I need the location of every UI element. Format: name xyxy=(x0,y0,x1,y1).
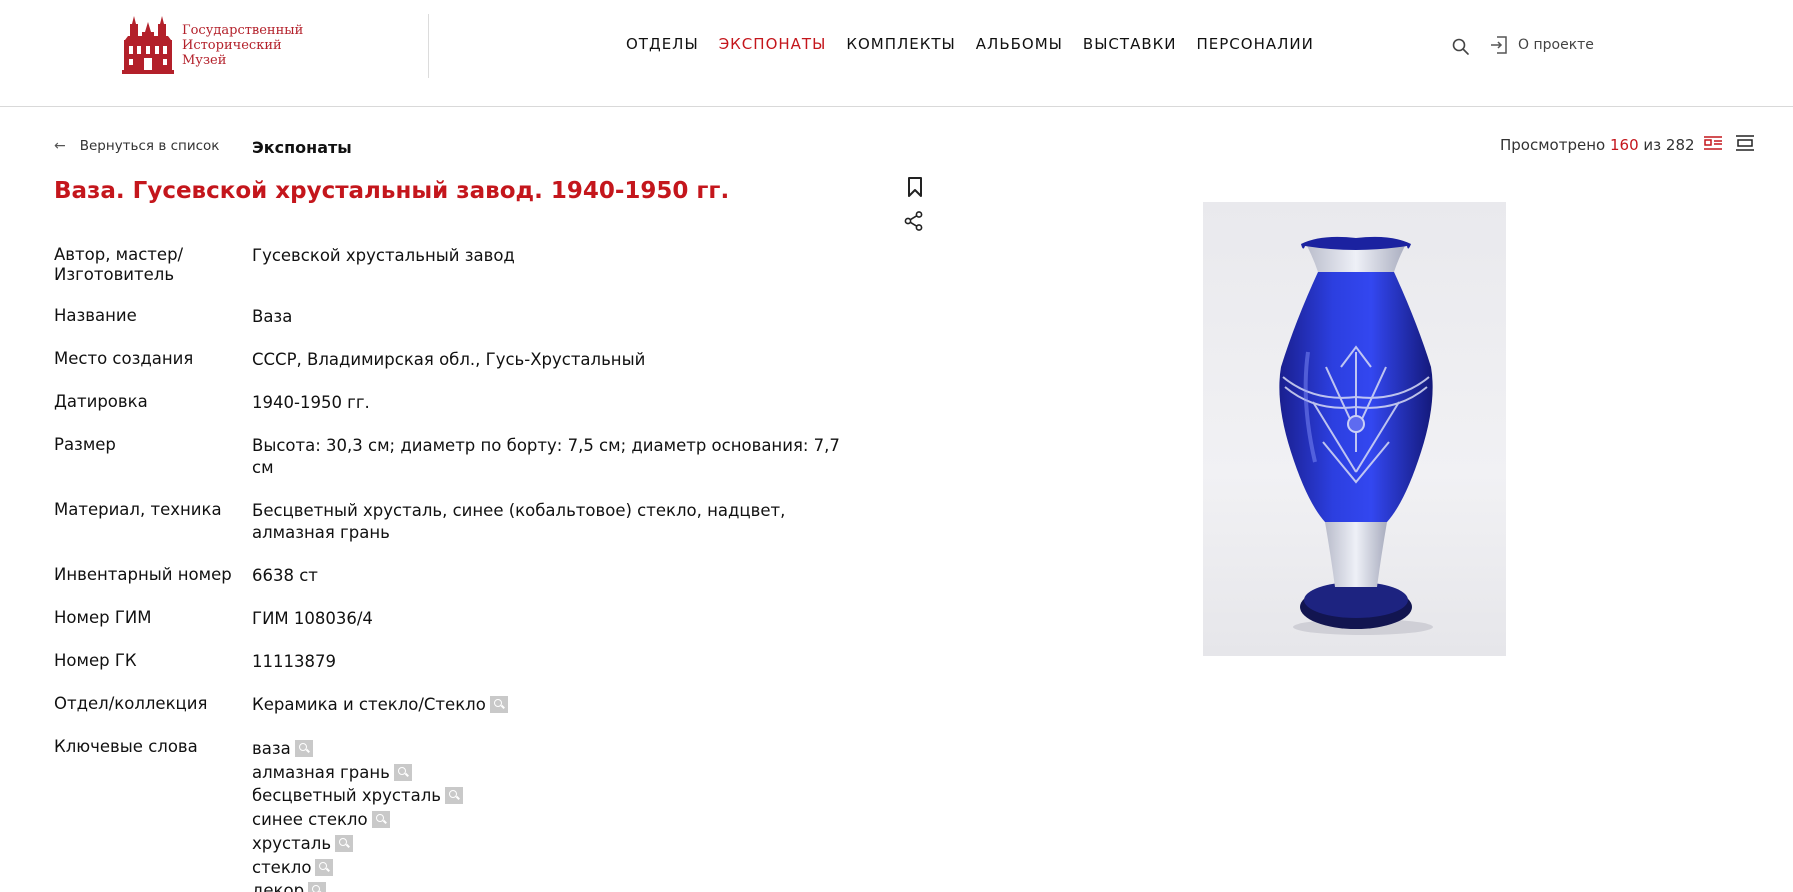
field-row-size: Размер Высота: 30,3 см; диаметр по борту… xyxy=(54,435,854,479)
field-label: Номер ГИМ xyxy=(54,608,152,627)
main-nav: ОТДЕЛЫ ЭКСПОНАТЫ КОМПЛЕКТЫ АЛЬБОМЫ ВЫСТА… xyxy=(626,35,1334,53)
search-tag-icon[interactable] xyxy=(371,811,390,829)
vase-image xyxy=(1279,236,1433,635)
search-tag-icon[interactable] xyxy=(444,787,463,805)
museum-building-icon xyxy=(122,16,174,74)
nav-vystavki[interactable]: ВЫСТАВКИ xyxy=(1083,35,1177,53)
field-value: Высота: 30,3 см; диаметр по борту: 7,5 с… xyxy=(252,436,840,477)
viewed-sep: из xyxy=(1643,136,1662,154)
field-label: Инвентарный номер xyxy=(54,565,232,584)
keyword-item: ваза xyxy=(252,737,852,761)
logo-line-3: Музей xyxy=(182,52,227,68)
museum-logo[interactable]: Государственный Исторический Музей xyxy=(120,14,303,76)
field-row-inventory: Инвентарный номер 6638 ст xyxy=(54,565,854,587)
header-divider xyxy=(428,14,429,78)
section-title: Экспонаты xyxy=(252,138,352,157)
field-row-material: Материал, техника Бесцветный хрусталь, с… xyxy=(54,500,854,544)
list-view-icon[interactable] xyxy=(1735,134,1755,152)
field-value: Гусевской хрустальный завод xyxy=(252,246,515,265)
search-tag-icon[interactable] xyxy=(489,696,508,713)
keyword-list: ваза алмазная грань бесцветный хрусталь … xyxy=(252,737,852,892)
keyword-link[interactable]: стекло xyxy=(252,858,311,877)
field-value: Ваза xyxy=(252,307,293,326)
keyword-item: синее стекло xyxy=(252,808,852,832)
back-label: Вернуться в список xyxy=(79,138,220,154)
field-row-place: Место создания СССР, Владимирская обл., … xyxy=(54,349,854,371)
field-label: Отдел/коллекция xyxy=(54,694,208,713)
field-row-author: Автор, мастер/ Изготовитель Гусевской хр… xyxy=(54,245,854,285)
field-value: ГИМ 108036/4 xyxy=(252,609,373,628)
logo-line-2: Исторический xyxy=(182,37,282,53)
item-details: Автор, мастер/ Изготовитель Гусевской хр… xyxy=(54,245,854,892)
search-tag-icon[interactable] xyxy=(294,740,313,757)
search-tag-icon[interactable] xyxy=(315,858,334,876)
viewed-total: 282 xyxy=(1665,136,1695,154)
nav-albomy[interactable]: АЛЬБОМЫ xyxy=(976,35,1063,53)
keyword-link[interactable]: декор xyxy=(252,881,304,892)
search-tag-icon[interactable] xyxy=(393,763,412,781)
field-row-gim-number: Номер ГИМ ГИМ 108036/4 xyxy=(54,608,854,630)
logo-text: Государственный Исторический Музей xyxy=(182,23,303,68)
field-row-gk-number: Номер ГК 11113879 xyxy=(54,651,854,673)
keyword-item: бесцветный хрусталь xyxy=(252,784,852,808)
field-value: Бесцветный хрусталь, синее (кобальтовое)… xyxy=(252,501,786,542)
field-label: Номер ГК xyxy=(54,651,137,670)
field-row-collection: Отдел/коллекция Керамика и стекло/Стекло xyxy=(54,694,854,716)
field-value: 11113879 xyxy=(252,652,336,671)
logo-line-1: Государственный xyxy=(182,22,304,38)
search-tag-icon[interactable] xyxy=(308,882,327,892)
field-value: СССР, Владимирская обл., Гусь-Хрустальны… xyxy=(252,350,646,369)
keyword-link[interactable]: хрусталь xyxy=(252,834,331,853)
about-label: О проекте xyxy=(1518,37,1594,53)
field-row-dating: Датировка 1940-1950 гг. xyxy=(54,392,854,414)
nav-komplekty[interactable]: КОМПЛЕКТЫ xyxy=(846,35,955,53)
field-value: 6638 ст xyxy=(252,566,318,585)
back-to-list-link[interactable]: ← Вернуться в список xyxy=(54,138,219,154)
keyword-item: алмазная грань xyxy=(252,761,852,785)
field-row-name: Название Ваза xyxy=(54,306,854,328)
item-title: Ваза. Гусевской хрустальный завод. 1940-… xyxy=(54,178,730,204)
keyword-link[interactable]: бесцветный хрусталь xyxy=(252,786,441,805)
card-view-icon[interactable] xyxy=(1703,134,1723,152)
field-value: ваза алмазная грань бесцветный хрусталь … xyxy=(252,737,852,892)
field-row-keywords: Ключевые слова ваза алмазная грань бесцв… xyxy=(54,737,854,892)
field-label: Размер xyxy=(54,435,116,454)
keyword-link[interactable]: ваза xyxy=(252,739,291,758)
field-label: Название xyxy=(54,306,137,325)
login-icon xyxy=(1491,36,1507,54)
viewed-counter: Просмотрено 160 из 282 xyxy=(1500,136,1695,154)
keyword-item: хрусталь xyxy=(252,832,852,856)
about-link[interactable]: О проекте xyxy=(1489,35,1594,55)
field-label: Материал, техника xyxy=(54,500,222,519)
site-header: Государственный Исторический Музей ОТДЕЛ… xyxy=(0,0,1793,107)
nav-otdely[interactable]: ОТДЕЛЫ xyxy=(626,35,699,53)
collection-link[interactable]: Керамика и стекло/Стекло xyxy=(252,695,486,714)
field-label: Автор, мастер/ Изготовитель xyxy=(54,245,184,284)
field-value: Керамика и стекло/Стекло xyxy=(252,694,852,716)
field-value: 1940-1950 гг. xyxy=(252,393,370,412)
arrow-left-icon: ← xyxy=(54,138,66,154)
keyword-link[interactable]: алмазная грань xyxy=(252,763,390,782)
viewed-prefix: Просмотрено xyxy=(1500,136,1606,154)
share-icon[interactable] xyxy=(903,210,925,232)
search-icon[interactable] xyxy=(1451,37,1471,57)
field-label: Ключевые слова xyxy=(54,737,198,756)
field-label: Датировка xyxy=(54,392,148,411)
bookmark-icon[interactable] xyxy=(906,176,924,198)
search-tag-icon[interactable] xyxy=(335,834,354,852)
keyword-item: декор xyxy=(252,879,852,892)
nav-eksponaty[interactable]: ЭКСПОНАТЫ xyxy=(719,35,827,53)
item-photo[interactable] xyxy=(1203,202,1506,656)
field-label: Место создания xyxy=(54,349,194,368)
keyword-link[interactable]: синее стекло xyxy=(252,810,368,829)
viewed-current: 160 xyxy=(1609,136,1639,154)
keyword-item: стекло xyxy=(252,856,852,880)
nav-personalii[interactable]: ПЕРСОНАЛИИ xyxy=(1197,35,1314,53)
